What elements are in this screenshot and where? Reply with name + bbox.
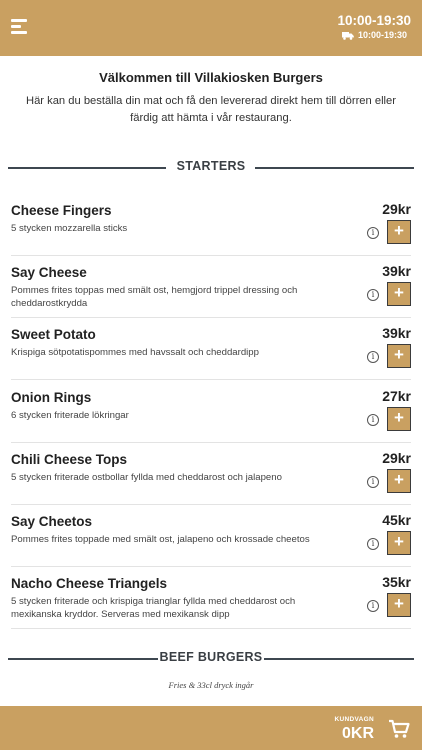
menu-item-name: Say Cheese bbox=[11, 265, 87, 281]
opening-hours: 10:00-19:30 bbox=[337, 13, 411, 28]
section-title: BEEF BURGERS bbox=[159, 650, 263, 664]
info-icon[interactable]: i bbox=[367, 413, 379, 426]
section-rule bbox=[264, 658, 414, 660]
item-divider bbox=[11, 317, 411, 319]
add-to-cart-button[interactable]: + bbox=[387, 220, 411, 244]
item-divider bbox=[11, 628, 411, 630]
section-title: STARTERS bbox=[176, 159, 246, 173]
menu-item-price: 39kr bbox=[382, 325, 411, 342]
menu-item-description: 5 stycken mozzarella sticks bbox=[11, 223, 128, 234]
cart-bar[interactable]: KUNDVAGN 0KR bbox=[0, 706, 422, 750]
cart-total: 0KR bbox=[341, 725, 374, 742]
info-icon[interactable]: i bbox=[367, 475, 379, 488]
beef-burgers-note: Fries & 33cl dryck ingår bbox=[168, 680, 254, 690]
truck-icon bbox=[341, 31, 354, 40]
menu-item-price: 27kr bbox=[382, 387, 411, 404]
info-icon[interactable]: i bbox=[367, 227, 379, 239]
item-divider bbox=[11, 255, 411, 256]
menu-item-description: 6 stycken friterade lökringar bbox=[11, 409, 129, 421]
welcome-title: Välkommen till Villakiosken Burgers bbox=[99, 70, 323, 85]
menu-item-price: 35kr bbox=[382, 574, 411, 591]
menu-item-description: Pommes frites toppade med smält ost, jal… bbox=[11, 534, 310, 545]
add-to-cart-button[interactable]: + bbox=[387, 344, 411, 369]
delivery-hours-text: 10:00-19:30 bbox=[357, 30, 407, 40]
item-divider bbox=[11, 441, 411, 443]
info-icon[interactable]: i bbox=[367, 351, 379, 364]
top-bar: 10:00-19:30 10:00-19:30 bbox=[0, 0, 422, 56]
add-to-cart-button[interactable]: + bbox=[387, 531, 411, 555]
add-to-cart-button[interactable]: + bbox=[387, 406, 411, 431]
menu-item-description: Krispiga sötpotatispommes med havssalt o… bbox=[11, 347, 259, 359]
add-to-cart-button[interactable]: + bbox=[387, 468, 411, 493]
info-icon[interactable]: i bbox=[367, 289, 379, 302]
hamburger-icon[interactable] bbox=[11, 19, 29, 35]
welcome-text: Här kan du beställa din mat och få den l… bbox=[25, 95, 396, 124]
menu-item-price: 29kr bbox=[382, 449, 411, 466]
menu-item-price: 39kr bbox=[382, 263, 411, 280]
menu-item-description: 5 stycken friterade och krispiga triangl… bbox=[11, 596, 296, 621]
menu-item-name: Nacho Cheese Triangels bbox=[11, 576, 168, 592]
section-header-beef-burgers: BEEF BURGERS bbox=[8, 650, 414, 668]
menu-item-name: Cheese Fingers bbox=[11, 203, 112, 218]
delivery-hours: 10:00-19:30 bbox=[341, 30, 407, 40]
info-icon[interactable]: i bbox=[367, 600, 379, 613]
section-rule bbox=[255, 167, 414, 169]
menu-item-price: 45kr bbox=[382, 512, 411, 528]
menu-item-price: 29kr bbox=[382, 201, 411, 217]
item-divider bbox=[11, 503, 411, 505]
menu-item-name: Sweet Potato bbox=[11, 327, 96, 343]
add-to-cart-button[interactable]: + bbox=[387, 282, 411, 307]
menu-item-description: 5 stycken friterade ostbollar fyllda med… bbox=[11, 471, 282, 483]
menu-item-name: Chili Cheese Tops bbox=[11, 451, 128, 467]
section-header-starters: STARTERS bbox=[8, 159, 414, 177]
item-divider bbox=[11, 566, 411, 567]
info-icon[interactable]: i bbox=[367, 538, 379, 550]
add-to-cart-button[interactable]: + bbox=[387, 593, 411, 618]
menu-item-description: Pommes frites toppas med smält ost, hemg… bbox=[11, 285, 298, 310]
menu-item-name: Onion Rings bbox=[11, 389, 92, 405]
shopping-cart-icon[interactable] bbox=[388, 719, 410, 739]
item-divider bbox=[11, 379, 411, 381]
cart-label: KUNDVAGN bbox=[334, 716, 374, 723]
menu-item-name: Say Cheetos bbox=[11, 514, 93, 529]
